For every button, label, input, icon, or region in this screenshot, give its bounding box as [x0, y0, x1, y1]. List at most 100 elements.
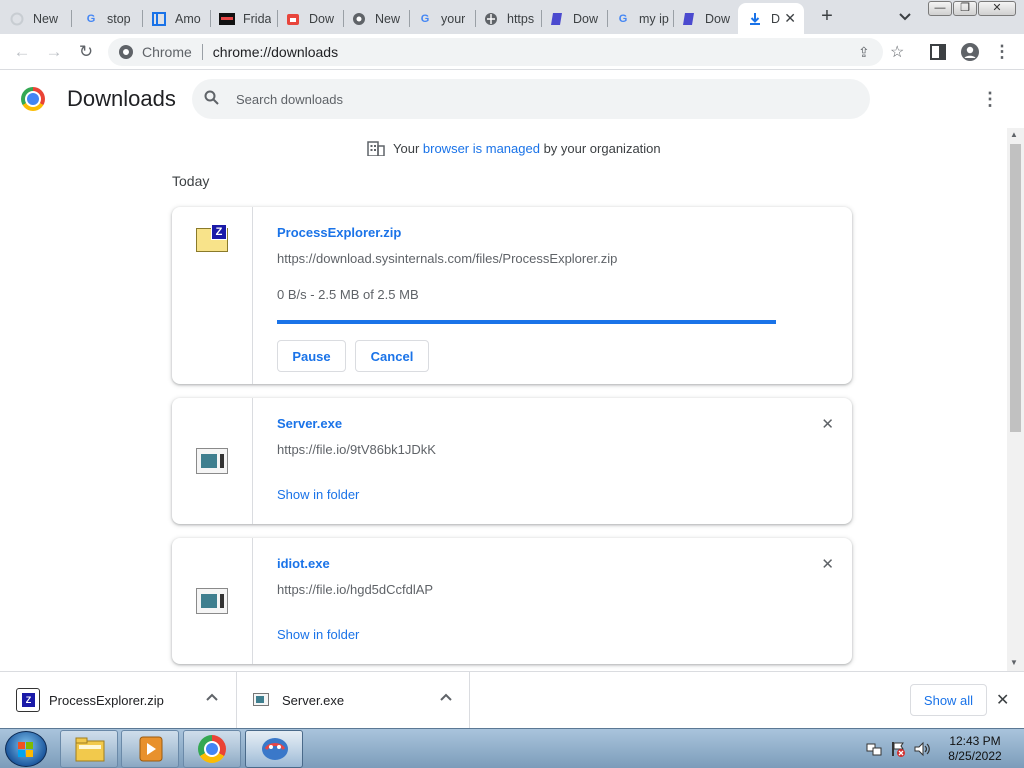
- scroll-down-icon[interactable]: ▼: [1010, 658, 1018, 667]
- close-window-button[interactable]: ✕: [978, 1, 1016, 16]
- globe-icon: [483, 11, 499, 27]
- frida-icon: [219, 11, 235, 27]
- google-icon: G: [618, 12, 628, 25]
- show-in-folder-link[interactable]: Show in folder: [277, 627, 359, 642]
- managed-notice: Your browser is managed by your organiza…: [367, 140, 661, 156]
- remove-item-icon[interactable]: ✕: [821, 415, 834, 433]
- chrome-logo-icon: [21, 87, 45, 111]
- close-tab-icon[interactable]: ✕: [784, 10, 796, 27]
- taskbar-chrome[interactable]: [183, 730, 241, 768]
- tab-1[interactable]: New: [0, 3, 68, 34]
- search-input[interactable]: [236, 79, 836, 119]
- windows-taskbar: 12:43 PM 8/25/2022: [0, 728, 1024, 768]
- chrome-menu-icon[interactable]: ⋮: [992, 42, 1012, 62]
- download-page-icon: [285, 11, 301, 27]
- file-url[interactable]: https://file.io/9tV86bk1JDkK: [277, 442, 436, 457]
- tab-title: my ip: [639, 11, 669, 26]
- file-url[interactable]: https://file.io/hgd5dCcfdlAP: [277, 582, 433, 597]
- more-actions-icon[interactable]: ⋮: [980, 89, 1000, 109]
- tab-10[interactable]: G my ip: [606, 3, 672, 34]
- tab-2[interactable]: G stop: [74, 3, 140, 34]
- tab-7[interactable]: G your: [408, 3, 474, 34]
- taskbar-explorer[interactable]: [60, 730, 118, 768]
- start-button[interactable]: [5, 731, 47, 767]
- page-scrollbar[interactable]: ▲ ▼: [1007, 128, 1024, 671]
- minimize-button[interactable]: —: [928, 1, 952, 16]
- tab-title: Dow: [309, 11, 335, 26]
- file-name-link[interactable]: idiot.exe: [277, 556, 330, 571]
- close-shelf-icon[interactable]: ✕: [996, 690, 1009, 710]
- tab-strip: New G stop Amo Frida Dow New G your http…: [0, 0, 1024, 34]
- remove-item-icon[interactable]: ✕: [821, 555, 834, 573]
- progress-bar: [277, 320, 776, 324]
- chevron-up-icon[interactable]: [439, 690, 453, 705]
- chevron-up-icon[interactable]: [205, 690, 219, 705]
- side-panel-icon[interactable]: [928, 42, 948, 62]
- tab-6[interactable]: New: [342, 3, 408, 34]
- tab-search-icon[interactable]: [896, 9, 914, 25]
- exe-file-icon: [196, 588, 228, 614]
- profile-avatar-icon[interactable]: [960, 42, 980, 62]
- site-chip[interactable]: Chrome: [118, 44, 192, 60]
- downloads-header: Downloads ⋮: [0, 70, 1024, 128]
- folder-icon: [75, 737, 105, 762]
- google-icon: G: [420, 12, 430, 25]
- managed-link[interactable]: browser is managed: [423, 141, 540, 156]
- show-in-folder-link[interactable]: Show in folder: [277, 487, 359, 502]
- clock-date: 8/25/2022: [948, 749, 1002, 763]
- tab-title: New: [375, 11, 401, 26]
- tab-title: https: [507, 11, 535, 26]
- tab-11[interactable]: Dow: [672, 3, 738, 34]
- shelf-item[interactable]: Server.exe: [237, 672, 470, 729]
- shelf-item[interactable]: Z ProcessExplorer.zip: [0, 672, 237, 729]
- bookmark-icon: [681, 11, 697, 27]
- zip-file-icon: Z: [196, 224, 228, 252]
- forward-icon[interactable]: →: [44, 42, 64, 62]
- bookmark-star-icon[interactable]: ☆: [890, 42, 904, 62]
- app-icon: [262, 738, 288, 760]
- loading-icon: [9, 11, 25, 27]
- restore-button[interactable]: ❐: [953, 1, 977, 16]
- scrollbar-thumb[interactable]: [1010, 144, 1021, 432]
- system-clock[interactable]: 12:43 PM 8/25/2022: [940, 734, 1010, 764]
- managed-suffix: by your organization: [539, 140, 661, 156]
- download-item: Z ProcessExplorer.zip https://download.s…: [172, 207, 852, 384]
- reload-icon[interactable]: ↻: [76, 42, 96, 62]
- tab-title: Dow: [573, 11, 599, 26]
- exe-file-icon: [253, 693, 269, 706]
- taskbar-app-active[interactable]: [245, 730, 303, 768]
- tab-title: Frida: [243, 11, 272, 26]
- window-icon: [151, 11, 167, 27]
- search-downloads-box[interactable]: [192, 79, 870, 119]
- file-name-link[interactable]: Server.exe: [277, 416, 342, 431]
- taskbar-media-player[interactable]: [121, 730, 179, 768]
- pause-button[interactable]: Pause: [277, 340, 346, 372]
- tab-5[interactable]: Dow: [276, 3, 342, 34]
- back-icon[interactable]: ←: [12, 42, 32, 62]
- address-bar[interactable]: Chrome chrome://downloads ⇪ ☆: [108, 38, 904, 66]
- show-all-button[interactable]: Show all: [910, 684, 987, 716]
- scroll-up-icon[interactable]: ▲: [1010, 130, 1018, 139]
- file-name-link[interactable]: ProcessExplorer.zip: [277, 225, 401, 240]
- download-icon: [747, 11, 763, 27]
- new-tab-button[interactable]: +: [816, 6, 838, 28]
- tab-8[interactable]: https: [474, 3, 540, 34]
- date-heading: Today: [172, 173, 210, 189]
- tab-9[interactable]: Dow: [540, 3, 606, 34]
- share-icon[interactable]: ⇪: [858, 44, 870, 61]
- site-chip-label: Chrome: [142, 44, 192, 60]
- tab-3[interactable]: Amo: [142, 3, 208, 34]
- tab-4[interactable]: Frida: [210, 3, 276, 34]
- shelf-item-name: ProcessExplorer.zip: [49, 693, 164, 708]
- chrome-small-icon: [119, 45, 133, 59]
- file-url[interactable]: https://download.sysinternals.com/files/…: [277, 251, 617, 266]
- action-center-icon[interactable]: [890, 741, 906, 760]
- download-item: idiot.exe https://file.io/hgd5dCcfdlAP S…: [172, 538, 852, 664]
- tab-title: D: [771, 11, 781, 26]
- network-icon[interactable]: [866, 741, 882, 760]
- volume-icon[interactable]: [913, 741, 931, 760]
- cancel-button[interactable]: Cancel: [355, 340, 429, 372]
- progress-fill: [277, 320, 776, 324]
- building-icon: [367, 141, 385, 156]
- tab-downloads-active[interactable]: D ✕: [738, 3, 804, 34]
